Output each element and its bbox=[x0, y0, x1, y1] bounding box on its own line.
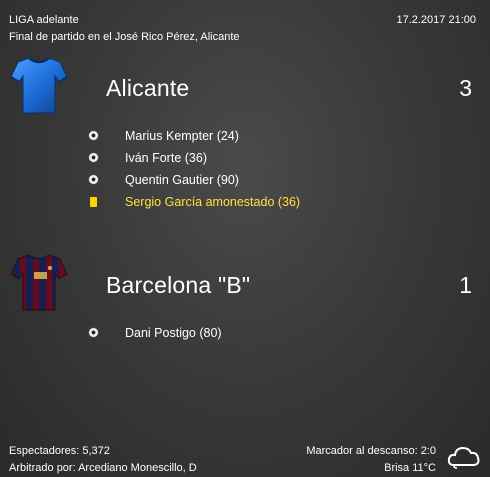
barcelona-shirt-icon bbox=[10, 254, 68, 311]
spectators-count: Espectadores: 5,372 bbox=[9, 445, 110, 457]
football-icon bbox=[88, 327, 99, 338]
event-text: Iván Forte (36) bbox=[125, 151, 207, 165]
football-icon bbox=[88, 174, 99, 185]
weather-text: Brisa 11°C bbox=[384, 462, 436, 474]
match-footer-left: Espectadores: 5,372 Arbitrado por: Arced… bbox=[9, 443, 197, 477]
football-icon bbox=[88, 152, 99, 163]
event-text: Dani Postigo (80) bbox=[125, 326, 222, 340]
home-score: 3 bbox=[459, 75, 472, 101]
football-icon bbox=[88, 130, 99, 141]
match-venue-status: Final de partido en el José Rico Pérez, … bbox=[9, 31, 240, 43]
event-text: Sergio García amonestado (36) bbox=[125, 195, 301, 209]
match-footer-right: Marcador al descanso: 2:0 Brisa 11°C bbox=[306, 443, 436, 477]
yellow-card-icon bbox=[88, 196, 99, 207]
event-text: Marius Kempter (24) bbox=[125, 129, 239, 143]
event-text: Quentin Gautier (90) bbox=[125, 173, 239, 187]
halftime-score: Marcador al descanso: 2:0 bbox=[306, 445, 436, 457]
competition-name: LIGA adelante bbox=[9, 14, 79, 26]
home-team-name: Alicante bbox=[106, 75, 190, 101]
away-score: 1 bbox=[459, 272, 472, 298]
cloudy-icon bbox=[447, 446, 480, 469]
match-datetime: 17.2.2017 21:00 bbox=[396, 14, 476, 26]
away-team-name: Barcelona "B" bbox=[106, 272, 251, 298]
match-header: LIGA adelante Final de partido en el Jos… bbox=[9, 12, 240, 46]
referee-name: Arbitrado por: Arcediano Monescillo, D bbox=[9, 462, 197, 474]
blue-shirt-icon bbox=[10, 56, 68, 114]
